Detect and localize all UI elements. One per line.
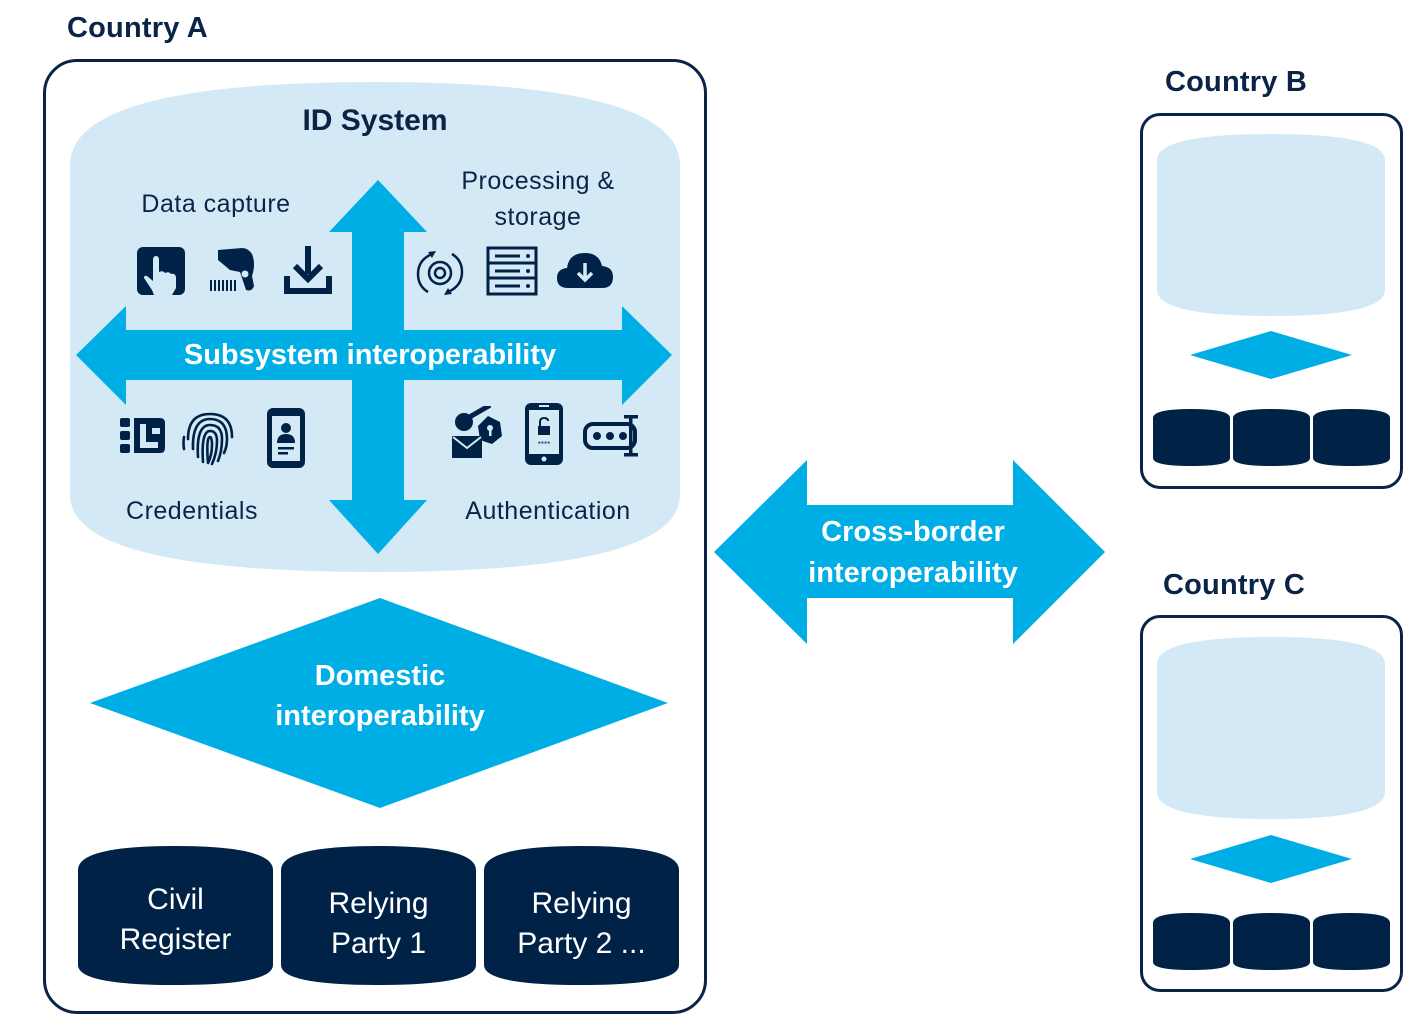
password-field-icon: [583, 415, 638, 457]
cross-border-interoperability-label: Cross-border interoperability: [760, 512, 1066, 594]
relying-party-1-label: Relying Party 1: [281, 884, 476, 964]
smart-card-chip-icon: [120, 418, 165, 453]
processing-label-line1: Processing &: [461, 167, 615, 195]
cross-border-line1: Cross-border: [821, 516, 1005, 548]
svg-text:****: ****: [538, 440, 550, 449]
credentials-label: Credentials: [126, 497, 258, 525]
relying-party-1-line2: Party 1: [330, 927, 427, 960]
mobile-id-icon: [267, 408, 305, 468]
barcode-scanner-icon: [210, 248, 254, 291]
domestic-interoperability-label: Domestic interoperability: [230, 656, 530, 736]
country-b-container: [1140, 113, 1403, 489]
relying-party-2-label: Relying Party 2 ...: [484, 884, 679, 964]
civil-register-label: Civil Register: [78, 880, 273, 960]
phone-unlock-pin-icon: ****: [525, 403, 563, 465]
relying-party-2-line2: Party 2 ...: [517, 927, 646, 960]
touch-screen-icon: [137, 247, 185, 295]
cloud-download-icon: [557, 253, 613, 288]
domestic-label-line1: Domestic: [314, 660, 446, 692]
country-c-title: Country C: [1163, 569, 1305, 601]
server-rack-icon: [486, 246, 538, 296]
relying-party-2-line1: Relying: [531, 887, 632, 920]
relying-party-1-line1: Relying: [328, 887, 429, 920]
processing-label-line2: storage: [494, 203, 582, 231]
envelope-key-lock-icon: [452, 406, 502, 458]
subsystem-interoperability-label: Subsystem interoperability: [183, 339, 557, 371]
country-c-container: [1140, 615, 1403, 992]
civil-register-line2: Register: [119, 923, 232, 956]
cross-border-line2: interoperability: [808, 557, 1018, 589]
authentication-label: Authentication: [465, 497, 631, 525]
civil-register-line1: Civil: [147, 883, 204, 916]
gear-sync-icon: [416, 251, 464, 295]
country-b-title: Country B: [1165, 66, 1307, 98]
data-capture-label: Data capture: [141, 190, 291, 218]
download-tray-icon: [284, 246, 332, 294]
domestic-label-line2: interoperability: [275, 700, 485, 732]
fingerprint-icon: [182, 412, 234, 466]
id-system-title: ID System: [302, 104, 448, 137]
